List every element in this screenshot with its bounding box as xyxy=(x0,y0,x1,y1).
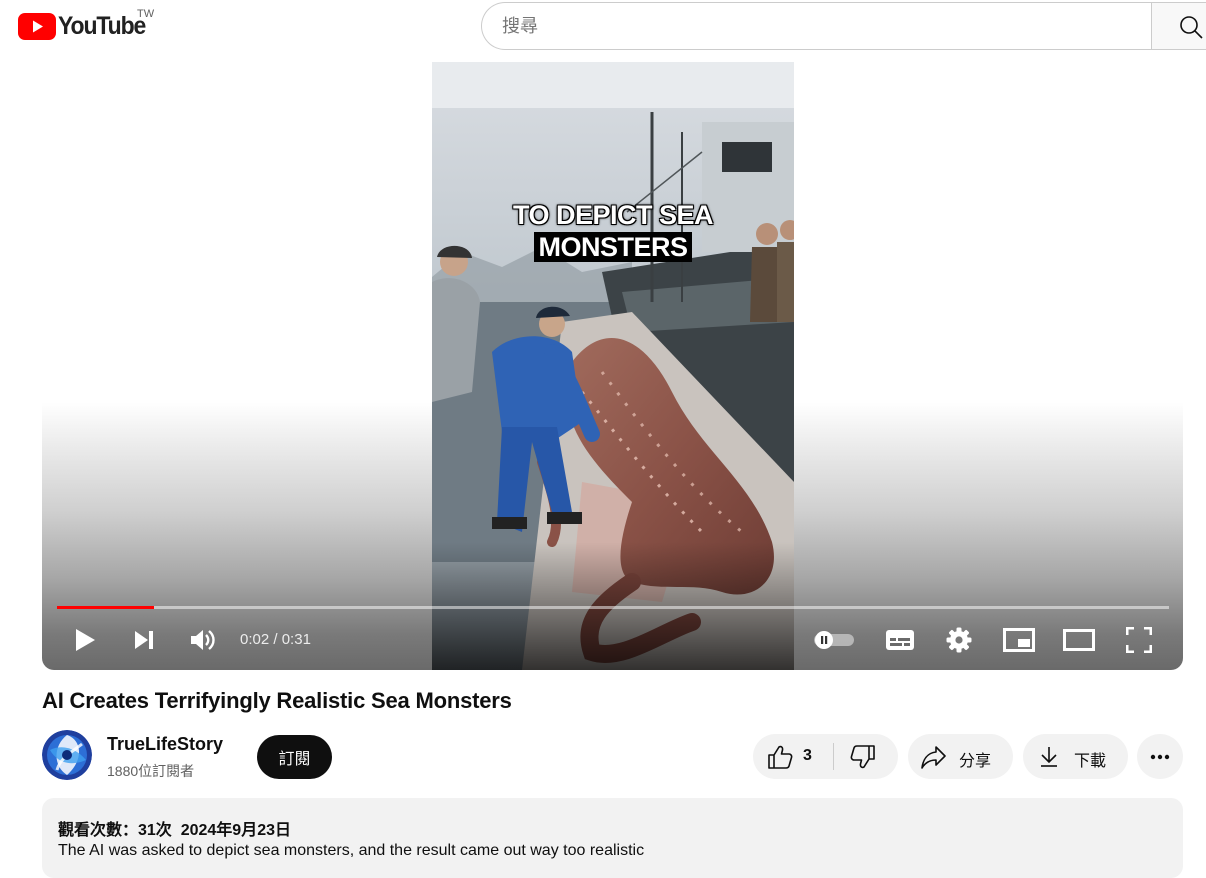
miniplayer-button[interactable] xyxy=(1002,618,1036,662)
miniplayer-icon xyxy=(1003,628,1035,652)
youtube-logo[interactable]: YouTube xyxy=(18,11,153,41)
channel-name[interactable]: TrueLifeStory xyxy=(107,734,223,755)
time-display: 0:02 / 0:31 xyxy=(240,631,311,648)
more-actions-button[interactable] xyxy=(1137,734,1183,779)
video-player[interactable]: TO DEPICT SEA MONSTERS 0:02 / 0:31 xyxy=(42,62,1183,670)
region-code: TW xyxy=(137,8,155,20)
duration: 0:31 xyxy=(281,631,311,648)
like-dislike-group: 3 xyxy=(753,734,898,779)
volume-icon xyxy=(191,630,215,650)
settings-button[interactable] xyxy=(944,618,974,662)
avatar-image xyxy=(42,730,92,780)
autoplay-toggle-icon xyxy=(814,631,854,649)
youtube-play-icon xyxy=(18,12,56,40)
search-button[interactable] xyxy=(1151,2,1206,50)
search-input[interactable] xyxy=(502,3,1122,49)
caption-line-1: TO DEPICT SEA xyxy=(512,200,714,230)
like-count: 3 xyxy=(803,747,812,764)
fullscreen-icon xyxy=(1126,627,1152,653)
progress-played xyxy=(57,606,154,609)
view-count: 觀看次數：31次 xyxy=(58,822,172,839)
next-icon xyxy=(135,631,153,649)
like-button[interactable]: 3 xyxy=(753,734,833,779)
description-box[interactable]: 觀看次數：31次 2024年9月23日 The AI was asked to … xyxy=(42,798,1183,878)
video-caption: TO DEPICT SEA MONSTERS xyxy=(432,200,794,262)
theater-mode-button[interactable] xyxy=(1062,618,1096,662)
volume-button[interactable] xyxy=(188,618,218,662)
caption-line-2: MONSTERS xyxy=(534,232,692,262)
current-time: 0:02 xyxy=(240,631,270,648)
dislike-button[interactable] xyxy=(834,734,897,779)
search-icon xyxy=(1180,16,1203,39)
thumbs-down-icon xyxy=(850,745,875,769)
video-title: AI Creates Terrifyingly Realistic Sea Mo… xyxy=(42,688,512,713)
description-text: The AI was asked to depict sea monsters,… xyxy=(58,842,645,859)
logo-text: YouTube xyxy=(58,11,146,40)
autoplay-toggle[interactable] xyxy=(812,618,856,662)
share-label: 分享 xyxy=(959,753,992,770)
subscriber-count: 1880位訂閱者 xyxy=(107,763,195,779)
progress-bar[interactable] xyxy=(57,606,1169,609)
more-horizontal-icon xyxy=(1150,754,1170,760)
video-frame[interactable]: TO DEPICT SEA MONSTERS xyxy=(432,62,794,670)
theater-icon xyxy=(1063,629,1095,651)
play-icon xyxy=(76,629,95,651)
fullscreen-button[interactable] xyxy=(1124,618,1154,662)
time-separator: / xyxy=(269,631,282,648)
description-meta: 觀看次數：31次 2024年9月23日 xyxy=(58,816,291,840)
subscribe-button[interactable]: 訂閱 xyxy=(257,735,332,779)
next-button[interactable] xyxy=(130,618,158,662)
download-button[interactable]: 下載 xyxy=(1023,734,1128,779)
thumbs-up-icon xyxy=(768,745,793,769)
video-scene xyxy=(432,62,794,670)
share-button[interactable]: 分享 xyxy=(908,734,1013,779)
download-label: 下載 xyxy=(1074,753,1107,770)
upload-date: 2024年9月23日 xyxy=(180,822,291,839)
search-box xyxy=(481,2,1151,50)
play-button[interactable] xyxy=(70,618,100,662)
subtitles-button[interactable] xyxy=(884,618,916,662)
share-icon xyxy=(921,746,946,769)
player-controls: 0:02 / 0:31 xyxy=(42,618,1183,662)
channel-avatar[interactable] xyxy=(42,730,92,780)
masthead: YouTube TW xyxy=(0,0,1206,56)
gear-icon xyxy=(946,627,972,653)
download-icon xyxy=(1041,747,1057,767)
subtitles-icon xyxy=(886,630,914,650)
